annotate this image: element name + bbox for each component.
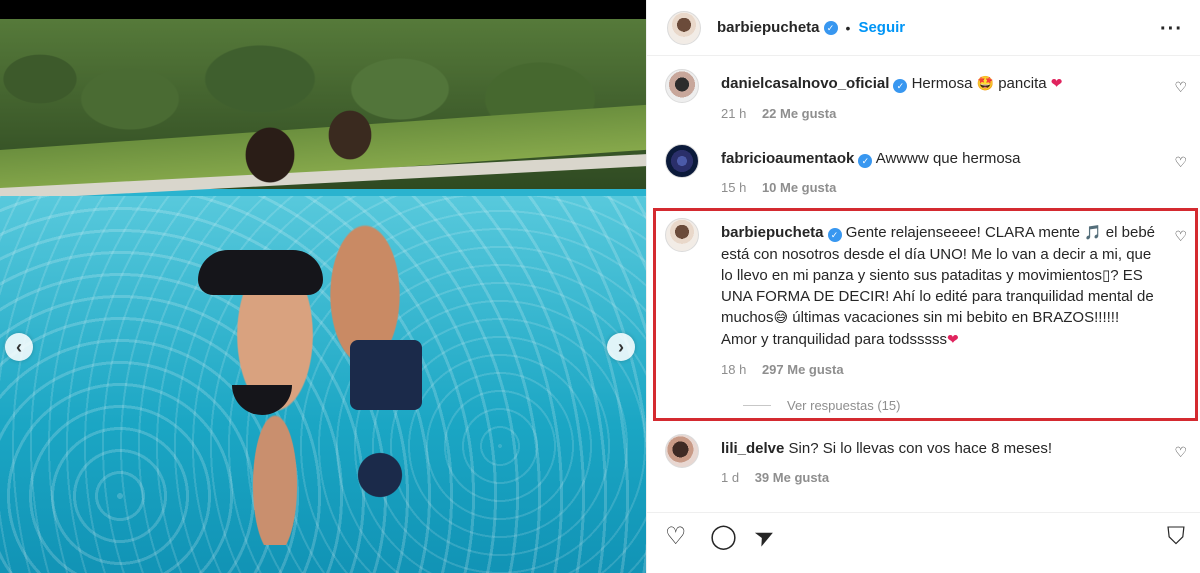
comment-like-heart-icon[interactable]: ♡ <box>1174 154 1187 171</box>
like-heart-icon[interactable]: ♡ <box>665 525 687 549</box>
view-replies-button[interactable]: Ver respuestas (15) <box>743 398 900 413</box>
comment-bubble-icon[interactable]: ◯ <box>710 525 737 549</box>
commenter-username[interactable]: lili_delve <box>721 440 784 457</box>
comment-time: 15 h <box>721 180 747 195</box>
post-action-bar: ♡ ◯ ➤ ⛉ <box>647 512 1200 562</box>
red-heart-emoji-icon: ❤ <box>1050 76 1063 92</box>
comment-body: lili_delve Sin? Si lo llevas con vos hac… <box>721 438 1161 488</box>
more-options-icon[interactable]: ··· <box>1160 18 1183 41</box>
next-photo-button[interactable]: › <box>607 333 635 361</box>
photo-bikini-top <box>198 250 323 295</box>
comments-panel: barbiepucheta ✓ • Seguir ··· danielcasal… <box>646 0 1200 573</box>
comment-meta: 1 d 39 Me gusta <box>721 467 1161 488</box>
save-bookmark-icon[interactable]: ⛉ <box>1167 525 1185 549</box>
commenter-username[interactable]: barbiepucheta <box>721 224 824 241</box>
commenter-avatar[interactable] <box>665 434 699 468</box>
commenter-username[interactable]: fabricioaumentaok <box>721 150 854 167</box>
post-photo: ‹ › <box>0 0 646 573</box>
comment-likes[interactable]: 297 Me gusta <box>762 362 844 377</box>
comment-text: Gente relajenseeee! CLARA mente <box>845 224 1081 241</box>
verified-badge-icon: ✓ <box>827 228 842 242</box>
chevron-left-icon: ‹ <box>16 336 22 357</box>
laughing-emoji-icon: 😅 <box>773 310 789 326</box>
photo-top-bar <box>0 0 646 19</box>
star-eyes-emoji-icon: 🤩 <box>976 76 995 92</box>
commenter-avatar[interactable] <box>665 144 699 178</box>
comment-likes[interactable]: 22 Me gusta <box>762 106 836 121</box>
comment-time: 21 h <box>721 106 747 121</box>
comment-text: Sin? Si lo llevas con vos hace 8 meses! <box>788 440 1053 457</box>
comment-time: 1 d <box>721 470 740 485</box>
chevron-right-icon: › <box>618 336 624 357</box>
comment-like-heart-icon[interactable]: ♡ <box>1174 444 1187 461</box>
commenter-avatar[interactable] <box>665 218 699 252</box>
comment-like-heart-icon[interactable]: ♡ <box>1174 79 1187 96</box>
comment-body: fabricioaumentaok ✓ Awwww que hermosa 15 … <box>721 148 1161 198</box>
replies-divider-line <box>743 405 771 406</box>
view-replies-label: Ver respuestas (15) <box>787 398 901 413</box>
verified-badge-icon: ✓ <box>823 20 838 35</box>
comment-meta: 18 h 297 Me gusta <box>721 359 1156 380</box>
photo-swim-shorts <box>350 340 422 410</box>
commenter-avatar[interactable] <box>665 69 699 103</box>
comment-likes[interactable]: 39 Me gusta <box>755 470 829 485</box>
comment-text: pancita <box>998 75 1047 92</box>
comment-time: 18 h <box>721 362 747 377</box>
separator-dot: • <box>845 19 851 36</box>
comment-body: danielcasalnovo_oficial ✓ Hermosa 🤩 panci… <box>721 73 1161 124</box>
share-paper-plane-icon[interactable]: ➤ <box>750 520 780 553</box>
comment-meta: 21 h 22 Me gusta <box>721 103 1161 124</box>
comment-text: Awwww que hermosa <box>875 150 1021 167</box>
comment-like-heart-icon[interactable]: ♡ <box>1174 228 1187 245</box>
post-header: barbiepucheta ✓ • Seguir ··· <box>647 0 1200 56</box>
verified-badge-icon: ✓ <box>893 79 908 93</box>
comment-likes[interactable]: 10 Me gusta <box>762 180 836 195</box>
comment-text: Hermosa <box>911 75 973 92</box>
verified-badge-icon: ✓ <box>858 154 873 168</box>
previous-photo-button[interactable]: ‹ <box>5 333 33 361</box>
author-avatar[interactable] <box>667 10 701 45</box>
author-username[interactable]: barbiepucheta <box>717 19 820 36</box>
commenter-username[interactable]: danielcasalnovo_oficial <box>721 75 889 92</box>
heart-emoji-icon: ❤ <box>946 332 959 348</box>
comment-body: barbiepucheta ✓ Gente relajenseeee! CLARA… <box>721 222 1156 380</box>
instagram-post-view: ‹ › barbiepucheta ✓ • Seguir ··· danielc… <box>0 0 1200 573</box>
music-note-emoji-icon: 🎵 <box>1084 225 1102 241</box>
comment-meta: 15 h 10 Me gusta <box>721 177 1161 198</box>
follow-button[interactable]: Seguir <box>858 19 905 36</box>
photo-man <box>300 95 440 515</box>
